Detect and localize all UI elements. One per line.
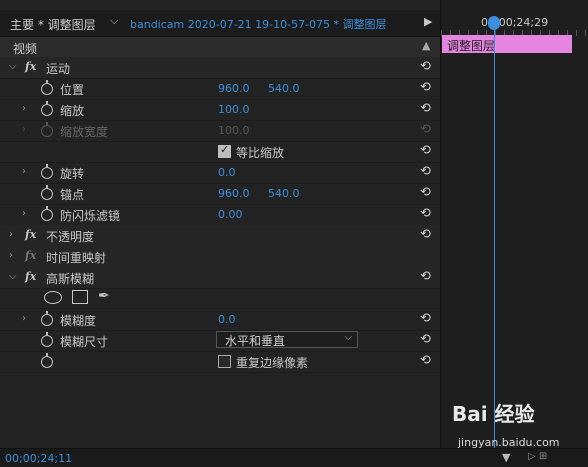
property-scale-row: › 缩放 100.0 ⟲ xyxy=(0,99,440,121)
property-label: 模糊尺寸 xyxy=(60,335,109,349)
reset-icon[interactable]: ⟲ xyxy=(420,185,431,200)
clip-label: 调整图层 xyxy=(447,39,496,53)
effect-motion-row[interactable]: ⌵ fx 运动 ⟲ xyxy=(0,57,440,79)
rotation-value[interactable]: 0.0 xyxy=(218,166,236,179)
pen-mask-icon[interactable]: ✒ xyxy=(98,288,110,304)
reset-icon[interactable]: ⟲ xyxy=(420,311,431,326)
playhead-line[interactable] xyxy=(494,20,495,458)
property-label: 模糊度 xyxy=(60,314,97,328)
expand-caret-icon[interactable]: › xyxy=(22,103,26,114)
fx-icon: fx xyxy=(25,249,37,262)
reset-icon[interactable]: ⟲ xyxy=(420,227,431,242)
rectangle-mask-icon[interactable] xyxy=(72,290,88,304)
watermark-brand: Bai 经验 xyxy=(452,402,535,426)
property-rotation-row: › 旋转 0.0 ⟲ xyxy=(0,162,440,184)
expand-caret-icon[interactable]: ⌵ xyxy=(9,61,17,72)
current-timecode[interactable]: 00;00;24;11 xyxy=(5,452,72,465)
property-anti-flicker-row: › 防闪烁滤镜 0.00 ⟲ xyxy=(0,204,440,226)
fx-icon[interactable]: fx xyxy=(25,60,36,73)
ellipse-mask-icon[interactable] xyxy=(44,291,62,304)
expand-caret-icon[interactable]: › xyxy=(22,208,26,219)
property-uniform-scale-row: 等比缩放 ⟲ xyxy=(0,141,440,163)
expand-caret-icon: › xyxy=(22,124,26,135)
property-position-row: 位置 960.0 540.0 ⟲ xyxy=(0,78,440,100)
property-anchor-row: 锚点 960.0 540.0 ⟲ xyxy=(0,183,440,205)
property-label: 缩放宽度 xyxy=(60,125,109,139)
export-icon[interactable]: ▷ ⊞ xyxy=(528,451,547,462)
expand-caret-icon[interactable]: ⌵ xyxy=(9,271,17,282)
fx-icon[interactable]: fx xyxy=(25,270,36,283)
section-header xyxy=(0,37,440,57)
property-blurriness-row: › 模糊度 0.0 ⟲ xyxy=(0,309,440,331)
filter-icon[interactable]: ▼ xyxy=(502,451,510,464)
chevron-down-icon[interactable]: ⌵ xyxy=(110,14,118,28)
effect-time-remap-row[interactable]: › fx 时间重映射 xyxy=(0,246,440,268)
chevron-down-icon: ⌵ xyxy=(344,332,352,343)
effect-name: 运动 xyxy=(46,62,71,76)
stopwatch-icon xyxy=(41,122,53,137)
stopwatch-icon[interactable] xyxy=(41,80,53,95)
stopwatch-icon[interactable] xyxy=(41,164,53,179)
reset-icon[interactable]: ⟲ xyxy=(420,143,431,158)
anchor-x-value[interactable]: 960.0 xyxy=(218,187,250,200)
repeat-edge-checkbox[interactable] xyxy=(218,355,231,368)
effect-opacity-row[interactable]: › fx 不透明度 ⟲ xyxy=(0,225,440,247)
reset-icon[interactable]: ⟲ xyxy=(420,101,431,116)
scale-value[interactable]: 100.0 xyxy=(218,103,250,116)
playhead-handle-icon[interactable] xyxy=(488,16,500,30)
checkbox-label: 重复边缘像素 xyxy=(236,356,309,370)
property-label: 旋转 xyxy=(60,167,85,181)
timeline-panel[interactable] xyxy=(440,0,588,466)
dropdown-value: 水平和垂直 xyxy=(225,334,286,348)
fx-icon[interactable]: fx xyxy=(25,228,36,241)
expand-caret-icon[interactable]: › xyxy=(9,250,13,261)
reset-icon[interactable]: ⟲ xyxy=(420,164,431,179)
master-clip-tab[interactable]: 主要 * 调整图层 xyxy=(10,16,96,33)
checkbox-label: 等比缩放 xyxy=(236,146,285,160)
reset-icon[interactable]: ⟲ xyxy=(420,332,431,347)
stopwatch-icon[interactable] xyxy=(41,185,53,200)
effect-name: 时间重映射 xyxy=(46,251,107,265)
section-label-video: 视频 xyxy=(13,42,38,56)
uniform-scale-checkbox[interactable] xyxy=(218,143,231,158)
property-repeat-edge-row: 重复边缘像素 ⟲ xyxy=(0,351,440,373)
expand-caret-icon[interactable]: › xyxy=(22,313,26,324)
blur-dimensions-dropdown[interactable]: 水平和垂直 ⌵ xyxy=(216,331,358,348)
property-label: 位置 xyxy=(60,83,85,97)
reset-icon[interactable]: ⟲ xyxy=(420,80,431,95)
stopwatch-icon[interactable] xyxy=(41,311,53,326)
stopwatch-icon[interactable] xyxy=(41,101,53,116)
reset-icon[interactable]: ⟲ xyxy=(420,353,431,368)
anchor-y-value[interactable]: 540.0 xyxy=(268,187,300,200)
position-y-value[interactable]: 540.0 xyxy=(268,82,300,95)
property-label: 锚点 xyxy=(60,188,85,202)
reset-icon: ⟲ xyxy=(420,122,431,137)
reset-icon[interactable]: ⟲ xyxy=(420,59,431,74)
anti-flicker-value[interactable]: 0.00 xyxy=(218,208,243,221)
effect-name: 高斯模糊 xyxy=(46,272,95,286)
reset-icon[interactable]: ⟲ xyxy=(420,269,431,284)
stopwatch-icon[interactable] xyxy=(41,353,53,368)
stopwatch-icon[interactable] xyxy=(41,332,53,347)
effect-gaussian-blur-row[interactable]: ⌵ fx 高斯模糊 ⟲ xyxy=(0,267,440,289)
reset-icon[interactable]: ⟲ xyxy=(420,206,431,221)
position-x-value[interactable]: 960.0 xyxy=(218,82,250,95)
property-label: 缩放 xyxy=(60,104,85,118)
scale-width-value: 100.0 xyxy=(218,124,250,137)
play-arrow-icon[interactable]: ▶ xyxy=(424,15,432,28)
effect-name: 不透明度 xyxy=(46,230,95,244)
expand-caret-icon[interactable]: › xyxy=(22,166,26,177)
clip-tab[interactable]: bandicam 2020-07-21 19-10-57-075 * 调整图层 xyxy=(130,16,387,32)
expand-caret-icon[interactable]: › xyxy=(9,229,13,240)
scroll-up-icon[interactable]: ▲ xyxy=(422,39,430,52)
status-bar xyxy=(0,448,588,467)
mask-tools-row xyxy=(0,288,440,309)
property-label: 防闪烁滤镜 xyxy=(60,209,121,223)
blurriness-value[interactable]: 0.0 xyxy=(218,313,236,326)
stopwatch-icon[interactable] xyxy=(41,206,53,221)
property-scale-width-row: › 缩放宽度 100.0 ⟲ xyxy=(0,120,440,142)
